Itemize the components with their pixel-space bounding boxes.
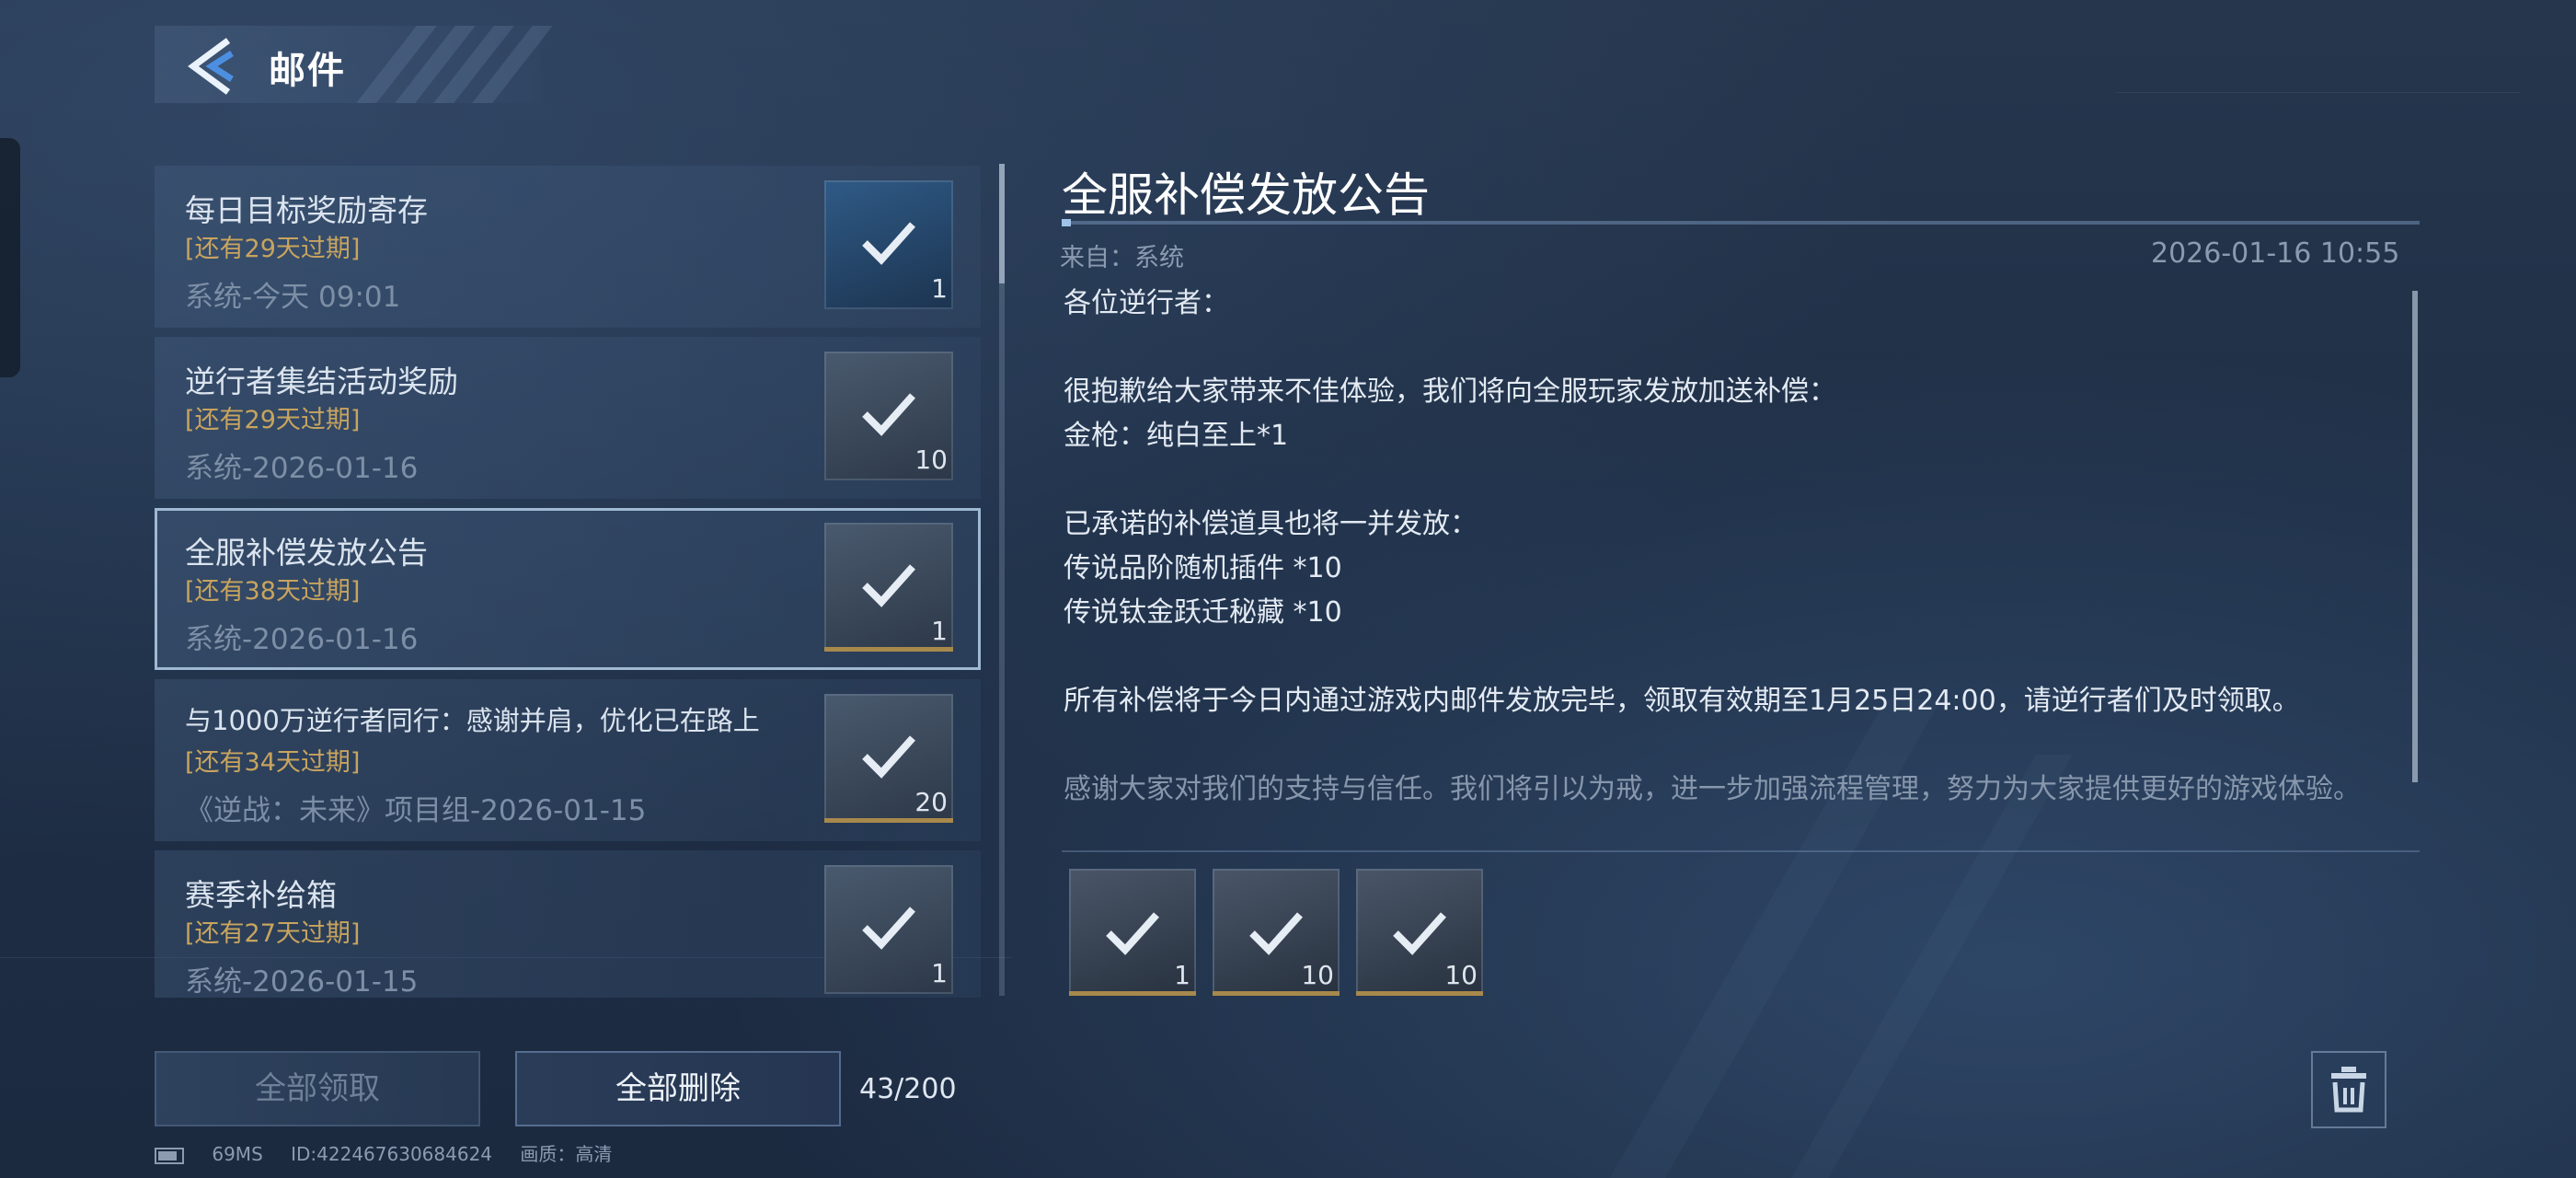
mail-expire-label: [还有34天过期] [185, 748, 361, 777]
mail-expire-label: [还有29天过期] [185, 235, 361, 263]
claimed-check-icon [862, 564, 915, 607]
body-line: 传说品阶随机插件 *10 [1064, 552, 1342, 584]
back-button[interactable] [180, 33, 245, 98]
mail-title: 与1000万逆行者同行：感谢并肩，优化已在路上 [185, 705, 760, 736]
item-quantity: 1 [931, 958, 948, 988]
header-stripes-decor [350, 26, 552, 103]
bg-decor-line [2116, 92, 2521, 93]
rarity-bar [1356, 991, 1483, 996]
claimed-check-icon [862, 393, 915, 436]
body-line [1064, 723, 2398, 768]
medal-coin-icon: 20 [824, 694, 953, 823]
body-line: 很抱歉给大家带来不佳体验，我们将向全服玩家发放加送补偿： [1064, 375, 1836, 408]
mail-list-item-selected[interactable]: 全服补偿发放公告 [还有38天过期] 系统-2026-01-16 1 [155, 508, 981, 670]
mail-from-label: 来自：系统 [1060, 244, 1184, 272]
item-quantity: 1 [931, 273, 948, 304]
title-divider [1062, 221, 2420, 225]
mail-list-item[interactable]: 赛季补给箱 [还有27天过期] 系统-2026-01-15 1 [155, 850, 981, 998]
body-line: 各位逆行者： [1064, 287, 1229, 319]
mail-sender-date: 《逆战：未来》项目组-2026-01-15 [185, 794, 647, 827]
rifle-icon: 1 [824, 523, 953, 652]
body-line: 已承诺的补偿道具也将一并发放： [1064, 508, 1478, 540]
ping-readout: 69MS [212, 1143, 263, 1165]
mail-expire-label: [还有27天过期] [185, 919, 361, 948]
body-line: 感谢大家对我们的支持与信任。我们将引以为戒，进一步加强流程管理，努力为大家提供更… [1064, 773, 2361, 805]
ticket-card-icon: 10 [824, 352, 953, 480]
mail-sender-date: 系统-今天 09:01 [185, 281, 401, 314]
mail-list-scrollbar[interactable] [999, 164, 1005, 996]
delete-mail-button[interactable] [2311, 1051, 2386, 1128]
body-line [1064, 635, 2398, 679]
item-quantity: 10 [1444, 960, 1478, 990]
attachments-divider [1062, 850, 2420, 852]
back-arrow-icon [188, 38, 234, 95]
mail-body: 各位逆行者： 很抱歉给大家带来不佳体验，我们将向全服玩家发放加送补偿： 金枪：纯… [1064, 282, 2398, 823]
mail-list[interactable]: 每日目标奖励寄存 [还有29天过期] 系统-今天 09:01 1 逆行者集结活动… [155, 166, 981, 998]
mail-count: 43/200 [859, 1073, 957, 1105]
mail-body-scrollbar[interactable] [2412, 291, 2418, 782]
mail-expire-label: [还有38天过期] [185, 577, 361, 606]
attachment-slot[interactable]: 10 [1356, 869, 1483, 996]
mail-list-scrollbar-thumb[interactable] [999, 164, 1005, 283]
title-divider-accent [1062, 219, 1071, 226]
claim-all-button[interactable]: 全部领取 [155, 1051, 480, 1126]
body-line [1064, 326, 2398, 370]
body-line: 金枪：纯白至上*1 [1064, 420, 1289, 452]
body-line: 所有补偿将于今日内通过游戏内邮件发放完毕，领取有效期至1月25日24:00，请逆… [1064, 685, 2300, 717]
rarity-bar [1213, 991, 1340, 996]
body-line: 传说钛金跃迁秘藏 *10 [1064, 596, 1342, 629]
mail-date: 2026-01-16 10:55 [2151, 237, 2400, 270]
side-edge-tab [0, 138, 20, 377]
rarity-bar [824, 647, 953, 652]
item-quantity: 1 [1174, 960, 1190, 990]
mail-sender-date: 系统-2026-01-15 [185, 965, 419, 998]
delete-all-button[interactable]: 全部删除 [515, 1051, 841, 1126]
trash-icon [2331, 1067, 2366, 1113]
attachment-slot[interactable]: 1 [1069, 869, 1196, 996]
mail-list-item[interactable]: 每日目标奖励寄存 [还有29天过期] 系统-今天 09:01 1 [155, 166, 981, 328]
rarity-bar [824, 818, 953, 823]
gold-rifle-icon [1106, 912, 1159, 955]
item-quantity: 10 [914, 445, 948, 475]
attachment-slot[interactable]: 10 [1213, 869, 1340, 996]
body-line [1064, 458, 2398, 502]
claimed-check-icon [862, 735, 915, 779]
item-quantity: 10 [1301, 960, 1334, 990]
mail-title: 全服补偿发放公告 [185, 535, 428, 571]
quality-setting: 画质：高清 [520, 1143, 613, 1165]
battery-icon [155, 1147, 184, 1164]
mail-sender-date: 系统-2026-01-16 [185, 623, 419, 656]
item-quantity: 1 [931, 616, 948, 646]
mail-sender-date: 系统-2026-01-16 [185, 452, 419, 485]
supply-box-icon: 1 [824, 865, 953, 994]
mail-title: 赛季补给箱 [185, 877, 337, 913]
mail-expire-label: [还有29天过期] [185, 406, 361, 434]
player-id: ID:422467630684624 [291, 1143, 493, 1165]
mail-list-item[interactable]: 逆行者集结活动奖励 [还有29天过期] 系统-2026-01-16 10 [155, 337, 981, 499]
mail-list-item[interactable]: 与1000万逆行者同行：感谢并肩，优化已在路上 [还有34天过期] 《逆战：未来… [155, 679, 981, 841]
status-bar: 69MS ID:422467630684624 画质：高清 [155, 1139, 634, 1166]
claimed-check-icon [862, 222, 915, 265]
mail-title: 每日目标奖励寄存 [185, 192, 428, 228]
titanium-cache-icon [1393, 912, 1446, 955]
page-title: 邮件 [269, 50, 346, 92]
claimed-check-icon [862, 907, 915, 950]
item-quantity: 20 [914, 787, 948, 817]
mail-title: 逆行者集结活动奖励 [185, 364, 458, 399]
equipment-crate-icon: 1 [824, 180, 953, 309]
legendary-plugin-icon [1249, 912, 1303, 955]
mail-detail-title: 全服补偿发放公告 [1062, 168, 1430, 222]
rarity-bar [1069, 991, 1196, 996]
